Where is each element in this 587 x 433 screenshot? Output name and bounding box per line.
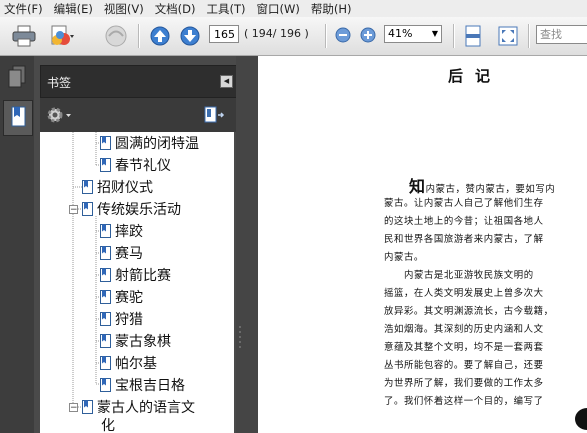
menu-bar: 文件(F) 编辑(E) 视图(V) 文档(D) 工具(T) 窗口(W) 帮助(H… xyxy=(0,0,587,17)
bookmark-label: 射箭比赛 xyxy=(115,268,171,284)
bookmark-item[interactable]: 招财仪式 xyxy=(82,176,153,198)
bookmark-icon xyxy=(82,202,93,216)
expand-bookmark-icon[interactable] xyxy=(203,104,225,129)
full-screen-icon[interactable] xyxy=(497,25,519,50)
bookmark-icon xyxy=(100,224,111,238)
navigation-strip xyxy=(0,56,34,433)
bookmark-item[interactable]: 春节礼仪 xyxy=(100,154,171,176)
page-mark xyxy=(575,408,587,430)
menu-window[interactable]: 窗口(W) xyxy=(253,1,307,17)
bookmark-icon xyxy=(100,246,111,260)
menu-view[interactable]: 视图(V) xyxy=(100,1,151,17)
bookmarks-panel-header: 书签 ◀ xyxy=(40,65,238,98)
fit-page-icon[interactable] xyxy=(463,25,483,50)
bookmark-label: 化 xyxy=(101,418,115,433)
text-line: 蒙古。让内蒙古人自己了解他们生存 xyxy=(384,198,544,209)
bookmark-icon xyxy=(100,136,111,150)
bookmark-icon xyxy=(82,400,93,414)
text-line: 内蒙古是北亚游牧民族文明的 xyxy=(404,270,534,281)
bookmark-icon xyxy=(100,378,111,392)
zoom-out-icon[interactable] xyxy=(335,27,351,46)
menu-file[interactable]: 文件(F) xyxy=(0,1,50,17)
page-title: 后记 xyxy=(448,67,503,85)
text-line: 内蒙古。 xyxy=(384,252,424,263)
text-line: 意蕴及其整个文明，均不是一套两套 xyxy=(384,342,544,353)
bookmark-item[interactable]: 摔跤 xyxy=(100,220,143,242)
bookmark-icon xyxy=(100,356,111,370)
bookmark-item[interactable]: 赛驼 xyxy=(100,286,143,308)
bookmark-label: 赛驼 xyxy=(115,290,143,306)
previous-page-icon[interactable] xyxy=(150,26,170,49)
bookmark-item[interactable]: 赛马 xyxy=(100,242,143,264)
bookmark-label: 摔跤 xyxy=(115,224,143,240)
zoom-value: 41% xyxy=(388,27,413,40)
text-line: 为世界所了解，我们要做的工作太多 xyxy=(384,378,544,389)
bookmark-label: 宝根吉日格 xyxy=(115,378,185,394)
bookmark-label: 帕尔基 xyxy=(115,356,157,372)
document-page: 后记 知内蒙古，赞内蒙古，要如写内 蒙古。让内蒙古人自己了解他们生存 的这块土地… xyxy=(258,56,587,433)
toolbar: 165 ( 194/ 196 ) 41% ▼ 查找 xyxy=(0,17,587,56)
bookmark-icon xyxy=(82,180,93,194)
bookmark-label: 传统娱乐活动 xyxy=(97,202,181,218)
bookmark-label: 招财仪式 xyxy=(97,180,153,196)
bookmarks-panel-icon[interactable] xyxy=(3,100,33,136)
bookmark-item[interactable]: 蒙古象棋 xyxy=(100,330,171,352)
zoom-select[interactable]: 41% ▼ xyxy=(384,25,442,43)
bookmark-item[interactable]: 宝根吉日格 xyxy=(100,374,185,396)
bookmark-label: 圆满的闭特温 xyxy=(115,136,199,152)
text-line: 民和世界各国旅游者来内蒙古，了解 xyxy=(384,234,544,245)
bookmark-label: 春节礼仪 xyxy=(115,158,171,174)
create-pdf-icon[interactable] xyxy=(48,24,74,51)
bookmark-item[interactable]: 传统娱乐活动 xyxy=(82,198,181,220)
menu-tools[interactable]: 工具(T) xyxy=(203,1,253,17)
bookmark-item[interactable]: 射箭比赛 xyxy=(100,264,171,286)
collapse-toggle-icon[interactable]: − xyxy=(69,205,78,215)
bookmark-label: 赛马 xyxy=(115,246,143,262)
next-page-icon[interactable] xyxy=(180,26,200,49)
bookmark-icon xyxy=(100,312,111,326)
grip-icon xyxy=(239,326,241,348)
collapse-toggle-icon[interactable]: − xyxy=(69,403,78,413)
pages-panel-icon[interactable] xyxy=(3,62,31,96)
panel-title: 书签 xyxy=(47,76,72,90)
bookmark-item[interactable]: 狩猎 xyxy=(100,308,143,330)
text-line: 的这块土地上的今昔；让祖国各地人 xyxy=(384,216,544,227)
bookmark-icon xyxy=(100,268,111,282)
zoom-in-icon[interactable] xyxy=(360,27,376,46)
menu-document[interactable]: 文档(D) xyxy=(151,1,203,17)
page-count: ( 194/ 196 ) xyxy=(244,27,309,40)
bookmark-item[interactable]: 帕尔基 xyxy=(100,352,157,374)
panel-splitter[interactable] xyxy=(236,56,258,433)
search-input[interactable]: 查找 xyxy=(536,25,587,44)
collapse-panel-icon[interactable]: ◀ xyxy=(220,75,233,88)
text-line: 了。我们怀着这样一个目的，编写了 xyxy=(384,396,544,407)
bookmark-icon xyxy=(100,290,111,304)
bookmark-item-continuation[interactable]: 化 xyxy=(97,414,115,433)
menu-help[interactable]: 帮助(H) xyxy=(307,1,359,17)
bookmark-icon xyxy=(100,158,111,172)
bookmark-label: 蒙古象棋 xyxy=(115,334,171,350)
bookmark-tree: − − 圆满的闭特温 春节礼仪 招财仪式 传统娱乐活动 摔跤 赛马 射箭比赛 赛… xyxy=(40,132,234,433)
bookmarks-panel-tools xyxy=(40,98,236,132)
print-icon[interactable] xyxy=(12,25,36,50)
bookmark-label: 狩猎 xyxy=(115,312,143,328)
options-gear-icon[interactable] xyxy=(47,106,73,127)
text-line: 放异彩。其文明渊源流长，古今载籍， xyxy=(384,306,554,317)
menu-edit[interactable]: 编辑(E) xyxy=(50,1,100,17)
bookmark-item[interactable]: 圆满的闭特温 xyxy=(100,132,199,154)
dropcap: 知 xyxy=(409,177,426,196)
text-line: 摇篮，在人类文明发展史上曾多次大 xyxy=(384,288,544,299)
page-number-input[interactable]: 165 xyxy=(209,25,239,43)
chevron-down-icon: ▼ xyxy=(431,29,438,38)
collaborate-icon[interactable] xyxy=(103,24,129,51)
text-line: 知内蒙古，赞内蒙古，要如写内 xyxy=(409,177,556,196)
bookmark-icon xyxy=(100,334,111,348)
text-line: 浩如烟海。其深刻的历史内涵和人文 xyxy=(384,324,544,335)
text-line: 丛书所能包容的。要了解自己，还要 xyxy=(384,360,544,371)
